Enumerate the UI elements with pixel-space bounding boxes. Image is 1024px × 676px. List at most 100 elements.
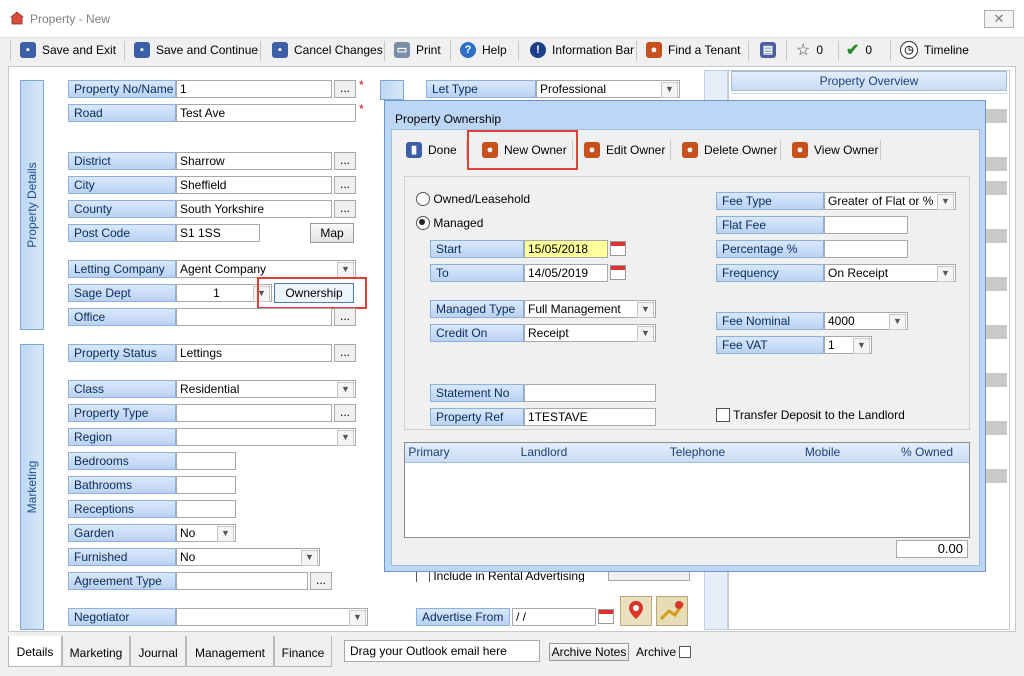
timeline-button[interactable]: ◷ Timeline	[900, 38, 969, 62]
property-status-label: Property Status	[68, 344, 176, 362]
county-input[interactable]: South Yorkshire	[176, 200, 332, 218]
to-date-input[interactable]: 14/05/2019	[524, 264, 608, 282]
grid-header-primary[interactable]: Primary	[405, 443, 454, 463]
county-lookup-button[interactable]: ...	[334, 200, 356, 218]
property-no-label: Property No/Name	[68, 80, 176, 98]
property-ref-input[interactable]: 1TESTAVE	[524, 408, 656, 426]
property-details-tab[interactable]: Property Details	[20, 80, 44, 330]
delete-owner-button[interactable]: ● Delete Owner	[682, 138, 777, 162]
delete-owner-label: Delete Owner	[704, 143, 778, 157]
agreement-type-lookup-button[interactable]: ...	[310, 572, 332, 590]
help-button[interactable]: ? Help	[460, 38, 507, 62]
percentage-input[interactable]	[824, 240, 908, 258]
document-button[interactable]: ▤	[760, 38, 776, 62]
district-lookup-button[interactable]: ...	[334, 152, 356, 170]
district-input[interactable]: Sharrow	[176, 152, 332, 170]
star-button[interactable]: ☆ 0	[796, 38, 823, 62]
region-select[interactable]: ▼	[176, 428, 356, 446]
property-status-lookup-button[interactable]: ...	[334, 344, 356, 362]
tab-journal[interactable]: Journal	[130, 636, 186, 667]
calendar-icon[interactable]	[598, 609, 614, 624]
outlook-drop-zone[interactable]: Drag your Outlook email here	[344, 640, 540, 662]
tab-management[interactable]: Management	[186, 636, 274, 667]
route-map-icon[interactable]	[656, 596, 688, 626]
transfer-deposit-row[interactable]: Transfer Deposit to the Landlord	[716, 408, 905, 422]
letting-company-select[interactable]: Agent Company ▼	[176, 260, 356, 278]
bedrooms-input[interactable]	[176, 452, 236, 470]
tab-finance[interactable]: Finance	[274, 636, 332, 667]
garden-select[interactable]: No ▼	[176, 524, 236, 542]
tab-details[interactable]: Details	[8, 636, 62, 667]
post-code-input[interactable]: S1 1SS	[176, 224, 260, 242]
managed-type-label: Managed Type	[430, 300, 524, 318]
frequency-select[interactable]: On Receipt ▼	[824, 264, 956, 282]
archive-checkbox[interactable]	[679, 646, 691, 658]
owned-leasehold-option[interactable]: Owned/Leasehold	[416, 192, 530, 206]
chevron-down-icon: ▼	[337, 382, 354, 398]
managed-radio[interactable]	[416, 216, 430, 230]
cancel-changes-label: Cancel Changes	[294, 43, 383, 57]
road-input[interactable]: Test Ave	[176, 104, 356, 122]
receptions-input[interactable]	[176, 500, 236, 518]
negotiator-select[interactable]: ▼	[176, 608, 368, 626]
tab-marketing[interactable]: Marketing	[62, 636, 130, 667]
property-type-input[interactable]	[176, 404, 332, 422]
office-input[interactable]	[176, 308, 332, 326]
managed-type-value: Full Management	[528, 302, 621, 316]
grid-header-mobile[interactable]: Mobile	[760, 443, 886, 463]
managed-option[interactable]: Managed	[416, 216, 483, 230]
grid-header-landlord[interactable]: Landlord	[453, 443, 636, 463]
edit-owner-button[interactable]: ● Edit Owner	[584, 138, 665, 162]
close-button[interactable]: ✕	[984, 10, 1014, 28]
agreement-type-input[interactable]	[176, 572, 308, 590]
start-date-input[interactable]: 15/05/2018	[524, 240, 608, 258]
save-exit-button[interactable]: ▪ Save and Exit	[20, 38, 116, 62]
property-no-lookup-button[interactable]: ...	[334, 80, 356, 98]
city-lookup-button[interactable]: ...	[334, 176, 356, 194]
grid-header-percent-owned[interactable]: % Owned	[885, 443, 969, 463]
fee-type-select[interactable]: Greater of Flat or % ▼	[824, 192, 956, 210]
credit-on-select[interactable]: Receipt ▼	[524, 324, 656, 342]
fee-nominal-select[interactable]: 4000 ▼	[824, 312, 908, 330]
archive-notes-button[interactable]: Archive Notes	[549, 643, 629, 661]
print-button[interactable]: ▭ Print	[394, 38, 441, 62]
property-type-lookup-button[interactable]: ...	[334, 404, 356, 422]
property-type-label: Property Type	[68, 404, 176, 422]
required-marker: *	[359, 78, 364, 92]
find-tenant-button[interactable]: ● Find a Tenant	[646, 38, 741, 62]
calendar-icon[interactable]	[610, 241, 626, 256]
fee-vat-select[interactable]: 1 ▼	[824, 336, 872, 354]
furnished-value: No	[180, 550, 196, 564]
map-pin-icon[interactable]	[620, 596, 652, 626]
owned-leasehold-radio[interactable]	[416, 192, 430, 206]
calendar-icon[interactable]	[610, 265, 626, 280]
office-lookup-button[interactable]: ...	[334, 308, 356, 326]
middle-vertical-tab[interactable]	[380, 80, 404, 100]
let-type-select[interactable]: Professional ▼	[536, 80, 680, 98]
statement-no-input[interactable]	[524, 384, 656, 402]
property-overview-title: Property Overview	[731, 71, 1007, 91]
city-input[interactable]: Sheffield	[176, 176, 332, 194]
property-no-input[interactable]: 1	[176, 80, 332, 98]
check-button[interactable]: ✔ 0	[846, 38, 872, 62]
furnished-select[interactable]: No ▼	[176, 548, 320, 566]
save-continue-button[interactable]: ▪ Save and Continue	[134, 38, 258, 62]
map-button[interactable]: Map	[310, 223, 354, 243]
cancel-changes-button[interactable]: ▪ Cancel Changes	[272, 38, 383, 62]
landlord-grid[interactable]: Primary Landlord Telephone Mobile % Owne…	[404, 442, 970, 538]
done-button[interactable]: ▮ Done	[406, 138, 457, 162]
information-bar-button[interactable]: ! Information Bar	[530, 38, 634, 62]
managed-type-select[interactable]: Full Management ▼	[524, 300, 656, 318]
class-select[interactable]: Residential ▼	[176, 380, 356, 398]
chevron-down-icon: ▼	[937, 266, 954, 282]
view-owner-button[interactable]: ● View Owner	[792, 138, 878, 162]
property-status-input[interactable]: Lettings	[176, 344, 332, 362]
property-ownership-dialog: Property Ownership ▮ Done ● New Owner ● Edi…	[384, 100, 986, 572]
grid-header-telephone[interactable]: Telephone	[635, 443, 761, 463]
marketing-tab[interactable]: Marketing	[20, 344, 44, 630]
total-owned-value: 0.00	[896, 540, 968, 558]
bathrooms-input[interactable]	[176, 476, 236, 494]
transfer-deposit-checkbox[interactable]	[716, 408, 730, 422]
advertise-from-input[interactable]: / /	[512, 608, 596, 626]
flat-fee-input[interactable]	[824, 216, 908, 234]
